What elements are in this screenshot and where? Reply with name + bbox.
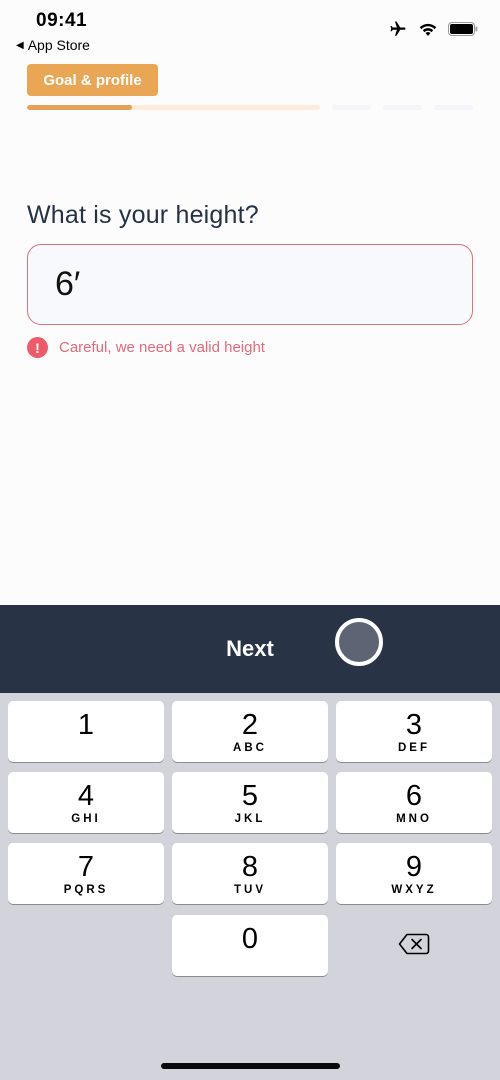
error-message-row: ! Careful, we need a valid height bbox=[27, 337, 265, 358]
key-digit: 9 bbox=[405, 851, 423, 883]
key-digit: 6 bbox=[405, 780, 423, 812]
progress-segment bbox=[434, 105, 473, 110]
wifi-icon bbox=[418, 22, 438, 37]
section-badge: Goal & profile bbox=[27, 64, 158, 96]
key-9[interactable]: 9 WXYZ bbox=[336, 843, 492, 904]
key-8[interactable]: 8 TUV bbox=[172, 843, 328, 904]
question-title: What is your height? bbox=[27, 201, 259, 229]
key-0[interactable]: 0 bbox=[172, 915, 328, 976]
key-digit: 3 bbox=[405, 709, 423, 741]
home-indicator[interactable] bbox=[161, 1063, 340, 1069]
key-letters: WXYZ bbox=[391, 884, 437, 896]
airplane-icon bbox=[388, 20, 408, 38]
progress-segment bbox=[27, 105, 320, 110]
key-letters: ABC bbox=[233, 742, 267, 754]
key-letters: PQRS bbox=[63, 884, 109, 896]
key-3[interactable]: 3 DEF bbox=[336, 701, 492, 762]
back-to-app-store[interactable]: ◀ App Store bbox=[16, 37, 90, 53]
back-label: App Store bbox=[27, 37, 90, 53]
key-digit: 1 bbox=[77, 708, 95, 741]
backspace-button[interactable] bbox=[336, 915, 492, 976]
error-message: Careful, we need a valid height bbox=[59, 339, 265, 356]
key-4[interactable]: 4 GHI bbox=[8, 772, 164, 833]
backspace-icon bbox=[398, 933, 430, 958]
exclamation-circle-icon: ! bbox=[27, 337, 48, 358]
keyboard-accessory-bar: Next bbox=[0, 605, 500, 693]
progress-segment bbox=[383, 105, 422, 110]
numeric-keypad: 1 2 ABC 3 DEF 4 GHI 5 JKL 6 MNO 7 PQRS 8… bbox=[0, 693, 500, 1080]
progress-segment bbox=[332, 105, 371, 110]
key-letters: DEF bbox=[398, 742, 430, 754]
key-letters: JKL bbox=[234, 813, 266, 825]
key-letters: MNO bbox=[396, 813, 432, 825]
battery-icon bbox=[448, 22, 478, 36]
key-6[interactable]: 6 MNO bbox=[336, 772, 492, 833]
status-time: 09:41 bbox=[36, 10, 88, 31]
key-5[interactable]: 5 JKL bbox=[172, 772, 328, 833]
back-triangle-icon: ◀ bbox=[16, 39, 24, 51]
key-digit: 7 bbox=[77, 851, 95, 883]
height-input-value: 6′ bbox=[55, 265, 81, 303]
key-1[interactable]: 1 bbox=[8, 701, 164, 762]
height-input[interactable]: 6′ bbox=[27, 244, 473, 325]
status-icons bbox=[388, 20, 478, 38]
touch-indicator-icon bbox=[335, 618, 383, 666]
progress-fill bbox=[27, 105, 133, 110]
key-letters: GHI bbox=[71, 813, 101, 825]
key-digit: 5 bbox=[241, 780, 259, 812]
key-letters: TUV bbox=[234, 884, 266, 896]
key-digit: 2 bbox=[241, 709, 259, 741]
key-digit: 8 bbox=[241, 851, 259, 883]
key-2[interactable]: 2 ABC bbox=[172, 701, 328, 762]
key-digit: 0 bbox=[241, 922, 259, 955]
key-7[interactable]: 7 PQRS bbox=[8, 843, 164, 904]
progress-bar bbox=[27, 105, 473, 111]
key-digit: 4 bbox=[77, 780, 95, 812]
next-button[interactable]: Next bbox=[200, 605, 300, 693]
